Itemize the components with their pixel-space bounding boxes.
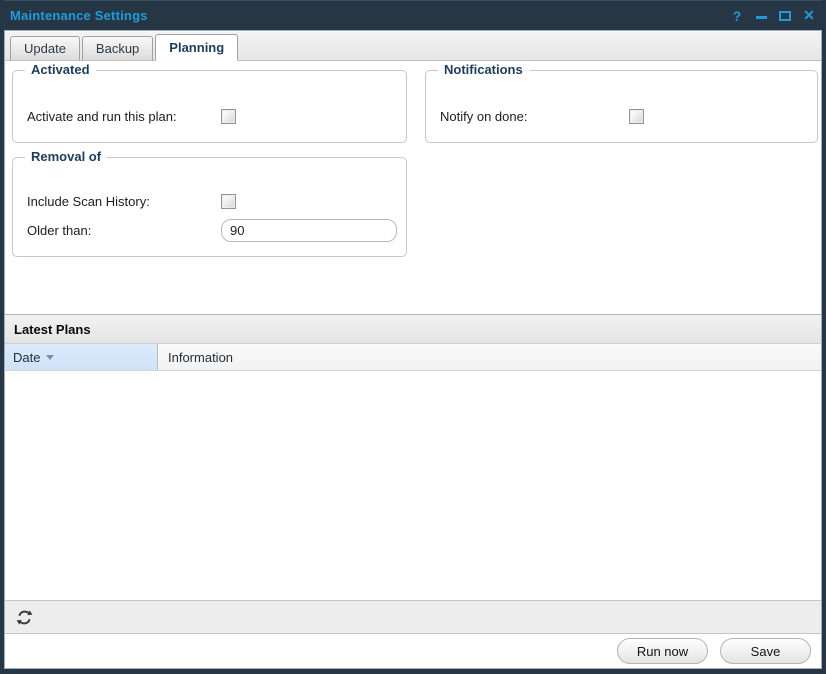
column-information-label: Information	[168, 350, 233, 365]
older-than-row: Older than:	[27, 219, 398, 242]
latest-plans-grid-header: Date Information	[5, 344, 821, 371]
tab-planning[interactable]: Planning	[155, 34, 238, 61]
notify-on-done-checkbox[interactable]	[629, 109, 644, 124]
removal-legend: Removal of	[25, 149, 107, 164]
column-header-information[interactable]: Information	[158, 344, 821, 370]
column-date-label: Date	[13, 350, 40, 365]
maximize-icon[interactable]	[778, 8, 792, 24]
help-icon[interactable]: ?	[730, 8, 744, 24]
window-controls: ? ✕	[730, 8, 816, 24]
activate-plan-label: Activate and run this plan:	[27, 109, 221, 124]
sort-desc-icon	[46, 355, 54, 360]
minimize-bar	[756, 16, 767, 19]
run-now-button[interactable]: Run now	[617, 638, 708, 664]
latest-plans-title: Latest Plans	[14, 322, 91, 337]
include-scan-history-checkbox[interactable]	[221, 194, 236, 209]
older-than-input[interactable]	[221, 219, 397, 242]
activate-plan-row: Activate and run this plan:	[27, 109, 398, 124]
activated-fieldset: Activated Activate and run this plan:	[12, 70, 407, 143]
notifications-fieldset: Notifications Notify on done:	[425, 70, 818, 143]
window-title: Maintenance Settings	[10, 8, 148, 23]
maintenance-settings-window: Maintenance Settings ? ✕ Update Backup P…	[0, 0, 826, 674]
bottom-button-bar: Run now Save	[5, 634, 821, 668]
close-icon[interactable]: ✕	[802, 8, 816, 24]
minimize-icon[interactable]	[754, 8, 768, 24]
refresh-icon-svg	[15, 608, 34, 627]
notify-on-done-row: Notify on done:	[440, 109, 809, 124]
latest-plans-grid-body[interactable]	[5, 371, 821, 600]
column-header-date[interactable]: Date	[5, 344, 158, 370]
include-scan-history-row: Include Scan History:	[27, 194, 398, 209]
notifications-legend: Notifications	[438, 62, 529, 77]
activated-legend: Activated	[25, 62, 96, 77]
maximize-box	[779, 11, 791, 21]
older-than-label: Older than:	[27, 223, 221, 238]
refresh-icon[interactable]	[15, 608, 34, 627]
tab-update[interactable]: Update	[10, 36, 80, 61]
activate-plan-checkbox[interactable]	[221, 109, 236, 124]
grid-toolbar	[5, 600, 821, 634]
window-body: Update Backup Planning Activated Activat…	[4, 30, 822, 669]
include-scan-history-label: Include Scan History:	[27, 194, 221, 209]
tab-bar: Update Backup Planning	[5, 31, 821, 61]
latest-plans-header: Latest Plans	[5, 314, 821, 344]
notify-on-done-label: Notify on done:	[440, 109, 629, 124]
planning-form: Activated Activate and run this plan: No…	[5, 61, 821, 314]
title-bar: Maintenance Settings ? ✕	[4, 0, 822, 30]
tab-backup[interactable]: Backup	[82, 36, 153, 61]
removal-fieldset: Removal of Include Scan History: Older t…	[12, 157, 407, 257]
save-button[interactable]: Save	[720, 638, 811, 664]
